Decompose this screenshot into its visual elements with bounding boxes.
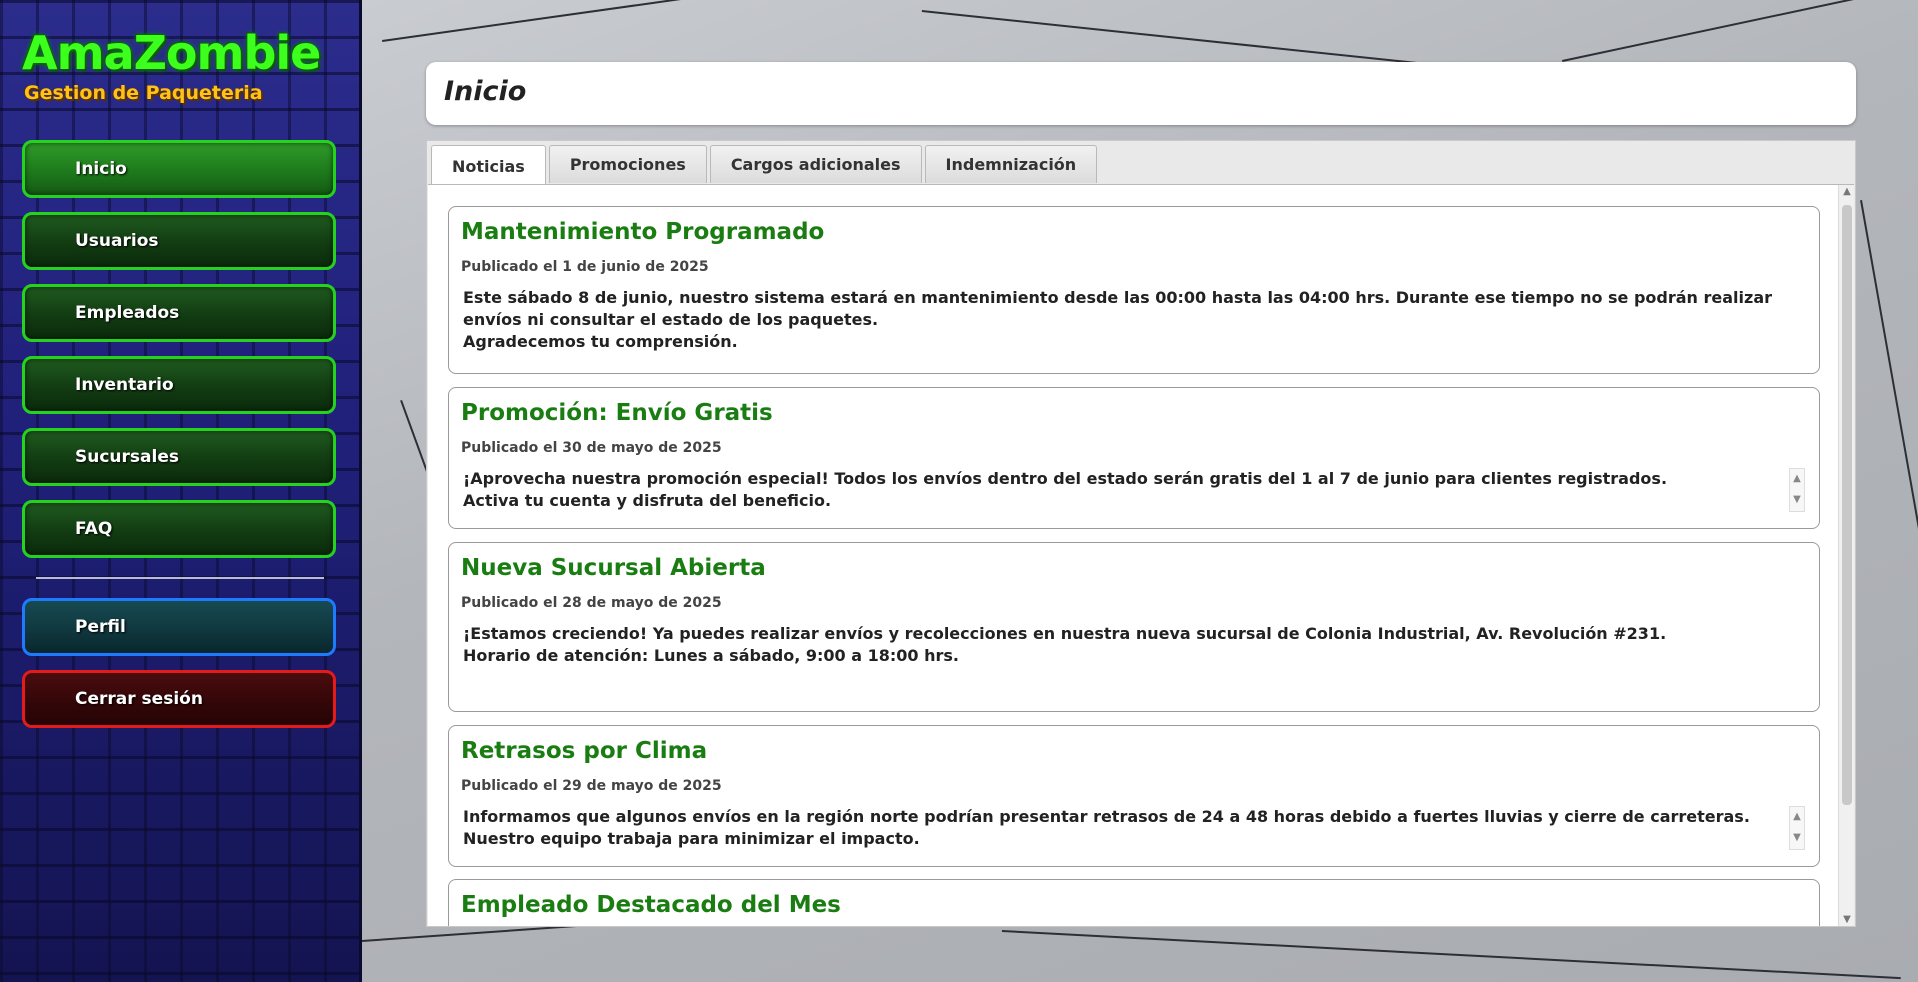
- news-title: Empleado Destacado del Mes: [461, 892, 841, 918]
- page-title: Inicio: [444, 76, 527, 107]
- news-body-scrollbar[interactable]: ▲ ▼: [1789, 806, 1805, 850]
- sidebar: AmaZombie Gestion de Paqueteria Inicio U…: [0, 0, 362, 982]
- tab-promociones[interactable]: Promociones: [548, 145, 707, 183]
- sidebar-divider: [36, 577, 324, 579]
- sidebar-item-label: Empleados: [75, 303, 180, 323]
- sidebar-item-sucursales[interactable]: Sucursales: [22, 428, 336, 486]
- news-date: Publicado el 1 de junio de 2025: [461, 259, 709, 275]
- news-body-scrollbar[interactable]: ▲ ▼: [1789, 468, 1805, 512]
- news-item: Nueva Sucursal Abierta Publicado el 28 d…: [448, 542, 1820, 712]
- app-subtitle: Gestion de Paqueteria: [24, 82, 263, 104]
- news-title: Retrasos por Clima: [461, 738, 708, 764]
- news-body: Informamos que algunos envíos en la regi…: [463, 807, 1750, 848]
- news-list: Mantenimiento Programado Publicado el 1 …: [428, 184, 1854, 926]
- logout-label: Cerrar sesión: [75, 689, 203, 709]
- sidebar-item-inventario[interactable]: Inventario: [22, 356, 336, 414]
- sidebar-item-label: Inventario: [75, 375, 174, 395]
- tab-label: Promociones: [569, 155, 686, 174]
- page-header: Inicio: [426, 62, 1856, 125]
- scroll-down-icon[interactable]: ▼: [1839, 913, 1854, 926]
- news-item: Promoción: Envío Gratis Publicado el 30 …: [448, 387, 1820, 529]
- scroll-up-icon[interactable]: ▲: [1790, 807, 1804, 828]
- news-title: Nueva Sucursal Abierta: [461, 555, 766, 581]
- news-item: Retrasos por Clima Publicado el 29 de ma…: [448, 725, 1820, 867]
- sidebar-item-usuarios[interactable]: Usuarios: [22, 212, 336, 270]
- news-body: Este sábado 8 de junio, nuestro sistema …: [463, 288, 1773, 351]
- scroll-down-icon[interactable]: ▼: [1790, 490, 1804, 511]
- sidebar-item-empleados[interactable]: Empleados: [22, 284, 336, 342]
- news-date: Publicado el 29 de mayo de 2025: [461, 778, 722, 794]
- news-date: Publicado el 28 de mayo de 2025: [461, 595, 722, 611]
- logout-button[interactable]: Cerrar sesión: [22, 670, 336, 728]
- news-body: ¡Estamos creciendo! Ya puedes realizar e…: [463, 624, 1667, 665]
- tab-label: Indemnización: [945, 155, 1077, 174]
- scroll-down-icon[interactable]: ▼: [1790, 828, 1804, 849]
- news-item: Empleado Destacado del Mes: [448, 879, 1820, 926]
- app-logo: AmaZombie: [22, 26, 321, 80]
- sidebar-item-faq[interactable]: FAQ: [22, 500, 336, 558]
- tab-noticias[interactable]: Noticias: [431, 145, 546, 186]
- tabs-panel: Noticias Promociones Cargos adicionales …: [426, 140, 1856, 927]
- news-title: Promoción: Envío Gratis: [461, 400, 773, 426]
- scroll-up-icon[interactable]: ▲: [1839, 185, 1854, 199]
- tab-indemnizacion[interactable]: Indemnización: [924, 145, 1098, 183]
- sidebar-item-label: Inicio: [75, 159, 127, 179]
- sidebar-item-label: FAQ: [75, 519, 113, 539]
- scroll-thumb[interactable]: [1842, 205, 1852, 805]
- profile-button[interactable]: Perfil: [22, 598, 336, 656]
- news-item: Mantenimiento Programado Publicado el 1 …: [448, 206, 1820, 374]
- scroll-up-icon[interactable]: ▲: [1790, 469, 1804, 490]
- sidebar-item-inicio[interactable]: Inicio: [22, 140, 336, 198]
- tab-cargos-adicionales[interactable]: Cargos adicionales: [709, 145, 922, 183]
- sidebar-item-label: Sucursales: [75, 447, 179, 467]
- news-body: ¡Aprovecha nuestra promoción especial! T…: [463, 469, 1668, 510]
- tab-label: Cargos adicionales: [730, 155, 901, 174]
- tab-label: Noticias: [452, 156, 525, 176]
- profile-label: Perfil: [75, 617, 126, 637]
- news-title: Mantenimiento Programado: [461, 219, 825, 245]
- tab-bar: Noticias Promociones Cargos adicionales …: [431, 145, 1100, 186]
- sidebar-item-label: Usuarios: [75, 231, 159, 251]
- content-scrollbar[interactable]: ▲ ▼: [1838, 185, 1854, 926]
- news-date: Publicado el 30 de mayo de 2025: [461, 440, 722, 456]
